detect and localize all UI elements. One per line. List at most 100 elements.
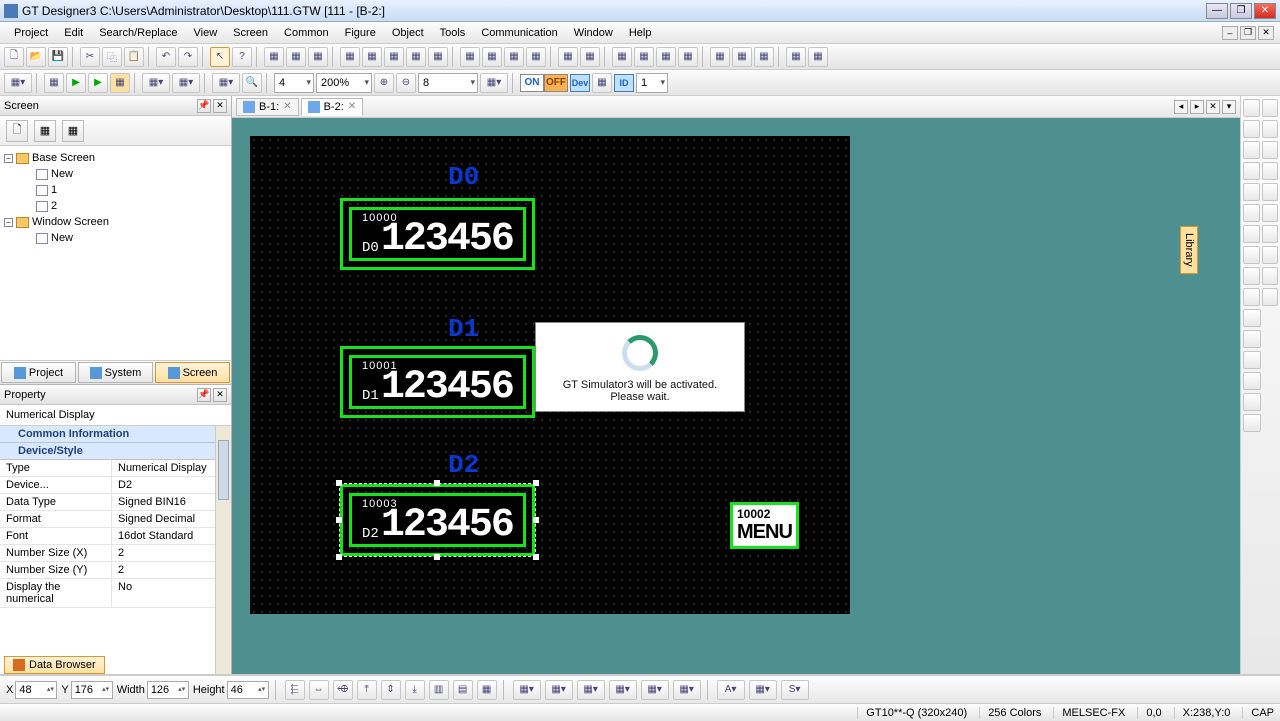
screen-tree[interactable]: −Base Screen New 1 2 −Window Screen New [0, 146, 231, 360]
combo-1[interactable]: 4 [274, 73, 314, 93]
tool-icon[interactable]: ▦▾ [4, 73, 32, 93]
tool-icon[interactable]: ▦ [504, 47, 524, 67]
tool-icon[interactable]: ▦▾ [641, 680, 669, 700]
tool-icon[interactable] [1262, 204, 1279, 222]
prop-row[interactable]: Device...D2 [0, 477, 231, 494]
y-input[interactable]: 176 [71, 681, 113, 699]
tool-icon[interactable] [1262, 246, 1279, 264]
pin-icon[interactable]: 📌 [197, 99, 211, 113]
tool-icon[interactable]: ▦ [428, 47, 448, 67]
dev-badge[interactable]: Dev [570, 74, 590, 92]
tab-close-all-icon[interactable]: ✕ [1206, 100, 1220, 114]
tool-icon[interactable] [1243, 204, 1260, 222]
circle-tool-icon[interactable] [1243, 141, 1260, 159]
menu-window[interactable]: Window [566, 24, 621, 42]
resize-handle[interactable] [434, 554, 440, 560]
zoom-out-icon[interactable]: ⊖ [396, 73, 416, 93]
align-right-icon[interactable]: ⬲ [333, 680, 353, 700]
tool-icon[interactable]: ▦ [477, 680, 497, 700]
tool-icon[interactable]: ▦▾ [577, 680, 605, 700]
tool-icon[interactable]: ▦ [286, 47, 306, 67]
scroll-thumb[interactable] [218, 440, 229, 500]
tab-close-icon[interactable]: ✕ [283, 101, 291, 112]
tool-icon[interactable]: ▦ [460, 47, 480, 67]
cut-icon[interactable]: ✂ [80, 47, 100, 67]
maximize-button[interactable]: ❐ [1230, 3, 1252, 19]
label-d2[interactable]: D2 [448, 450, 479, 480]
tool-icon[interactable]: ▦▾ [513, 680, 541, 700]
prop-row[interactable]: Font16dot Standard [0, 528, 231, 545]
tab-system[interactable]: System [78, 362, 153, 383]
tool-icon[interactable]: ▦ [732, 47, 752, 67]
tool-icon[interactable]: ▦▾ [749, 680, 777, 700]
tool-icon[interactable]: ▦ [580, 47, 600, 67]
menu-view[interactable]: View [186, 24, 226, 42]
tool-icon[interactable]: ▦▾ [673, 680, 701, 700]
tool-icon[interactable] [1262, 99, 1279, 117]
tool-icon[interactable]: ▦▾ [172, 73, 200, 93]
tool-icon[interactable] [1243, 267, 1260, 285]
paint-tool-icon[interactable] [1243, 330, 1261, 348]
image-tool-icon[interactable] [1243, 351, 1261, 369]
tool-icon[interactable]: ▦ [612, 47, 632, 67]
resize-handle[interactable] [434, 480, 440, 486]
tree-item-new[interactable]: New [51, 168, 73, 180]
prop-row[interactable]: Data TypeSigned BIN16 [0, 494, 231, 511]
doc-tab-b1[interactable]: B-1:✕ [236, 98, 299, 116]
tool-icon[interactable]: ▦▾ [142, 73, 170, 93]
search-icon[interactable]: 🔍 [242, 73, 262, 93]
tool-icon[interactable]: ▦ [710, 47, 730, 67]
tool-icon[interactable]: ▦ [406, 47, 426, 67]
prop-row[interactable]: TypeNumerical Display [0, 460, 231, 477]
tool-icon[interactable] [1243, 246, 1260, 264]
prop-group-common[interactable]: Common Information [0, 426, 231, 443]
align-left-icon[interactable]: ⬱ [285, 680, 305, 700]
prop-row[interactable]: Number Size (Y)2 [0, 562, 231, 579]
tool-icon[interactable] [1262, 288, 1279, 306]
tree-base-screen[interactable]: Base Screen [32, 152, 95, 164]
text-tool-icon[interactable] [1243, 288, 1260, 306]
tree-item-new[interactable]: New [51, 232, 73, 244]
prop-group-device-style[interactable]: Device/Style [0, 443, 231, 460]
new-screen-icon[interactable]: 🗋 [6, 120, 28, 142]
tool-icon[interactable] [1262, 183, 1279, 201]
tool-icon[interactable] [1262, 141, 1279, 159]
play-icon[interactable]: ▶ [66, 73, 86, 93]
tab-project[interactable]: Project [1, 362, 76, 383]
menu-communication[interactable]: Communication [473, 24, 565, 42]
help-icon[interactable]: ? [232, 47, 252, 67]
tool-icon[interactable]: ▦ [786, 47, 806, 67]
tool-icon[interactable]: ▦ [308, 47, 328, 67]
tool-icon[interactable]: ▦ [526, 47, 546, 67]
resize-handle[interactable] [533, 480, 539, 486]
menu-button-object[interactable]: 10002 MENU [730, 502, 799, 549]
tool-icon[interactable] [1243, 393, 1261, 411]
resize-handle[interactable] [533, 554, 539, 560]
align-center-icon[interactable]: ⇔ [309, 680, 329, 700]
tool-icon[interactable]: ▦▾ [480, 73, 508, 93]
width-input[interactable]: 126 [147, 681, 189, 699]
tree-window-screen[interactable]: Window Screen [32, 216, 109, 228]
tree-item-1[interactable]: 1 [51, 184, 57, 196]
tool-icon[interactable]: ▦ [110, 73, 130, 93]
menu-common[interactable]: Common [276, 24, 337, 42]
tool-icon[interactable]: ▦ [656, 47, 676, 67]
menu-object[interactable]: Object [384, 24, 432, 42]
tool-icon[interactable]: ▦ [678, 47, 698, 67]
tab-close-icon[interactable]: ✕ [348, 101, 356, 112]
height-input[interactable]: 46 [227, 681, 269, 699]
tool-icon[interactable] [1262, 120, 1279, 138]
line-tool-icon[interactable] [1243, 99, 1260, 117]
menu-edit[interactable]: Edit [56, 24, 91, 42]
menu-search-replace[interactable]: Search/Replace [91, 24, 185, 42]
combo-2[interactable]: 8 [418, 73, 478, 93]
tool-icon[interactable] [1262, 267, 1279, 285]
tool-icon[interactable] [1262, 225, 1279, 243]
tool-icon[interactable] [1243, 309, 1261, 327]
on-off-toggle[interactable]: ON OFF [520, 74, 568, 92]
distribute-v-icon[interactable]: ▤ [453, 680, 473, 700]
close-button[interactable]: ✕ [1254, 3, 1276, 19]
tree-tool-icon[interactable]: ▦ [34, 120, 56, 142]
minimize-button[interactable]: — [1206, 3, 1228, 19]
rect-tool-icon[interactable] [1243, 120, 1260, 138]
